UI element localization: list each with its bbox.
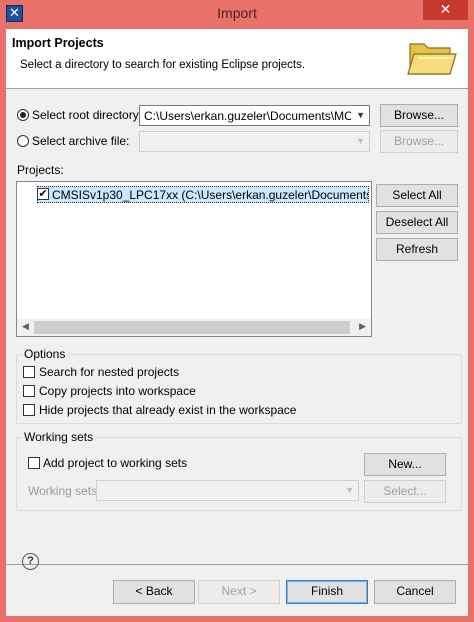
nested-projects-label: Search for nested projects [39,365,180,379]
project-checkbox[interactable]: ✔ [37,188,49,200]
projects-list[interactable]: ✔ CMSISv1p30_LPC17xx (C:\Users\erkan.guz… [16,181,372,337]
root-directory-combo[interactable]: C:\Users\erkan.guzeler\Documents\MCUXp ▼ [139,105,370,126]
projects-label: Projects: [17,163,64,177]
footer-separator [6,564,468,565]
horizontal-scrollbar[interactable]: ◀ ▶ [17,319,371,336]
finish-button[interactable]: Finish [286,580,368,604]
close-button[interactable]: ✕ [423,0,468,20]
add-to-working-sets-label: Add project to working sets [43,456,188,470]
scrollbar-thumb[interactable] [34,321,350,334]
folder-icon [407,43,457,75]
root-browse-button[interactable]: Browse... [380,104,458,127]
chevron-down-icon: ▼ [356,110,365,120]
nested-projects-checkbox[interactable] [23,366,35,378]
scroll-left-icon[interactable]: ◀ [22,321,29,332]
deselect-all-button[interactable]: Deselect All [376,211,458,234]
hide-existing-label: Hide projects that already exist in the … [39,403,297,417]
root-directory-radio[interactable] [17,109,29,121]
import-dialog: ✕ Import ✕ Import Projects Select a dire… [0,0,474,622]
root-directory-label: Select root directory: [32,108,143,122]
wizard-header: Import Projects Select a directory to se… [6,29,468,89]
hide-existing-checkbox[interactable] [23,404,35,416]
select-working-sets-button[interactable]: Select... [364,480,446,503]
copy-projects-checkbox[interactable] [23,385,35,397]
working-sets-combo[interactable]: ▼ [96,480,359,501]
root-directory-value: C:\Users\erkan.guzeler\Documents\MCUXp [144,109,351,123]
title-bar[interactable]: ✕ Import ✕ [0,0,474,29]
page-title: Import Projects [12,36,104,50]
back-button[interactable]: < Back [113,580,195,604]
archive-browse-button[interactable]: Browse... [380,130,458,153]
scroll-right-icon[interactable]: ▶ [359,321,366,332]
page-description: Select a directory to search for existin… [20,59,306,71]
working-sets-title: Working sets [22,430,96,444]
add-to-working-sets-checkbox[interactable] [28,457,40,469]
copy-projects-label: Copy projects into workspace [39,384,196,398]
new-working-set-button[interactable]: New... [364,453,446,476]
window-title: Import [217,5,257,21]
archive-file-label: Select archive file: [32,134,130,148]
working-sets-label: Working sets: [28,484,101,498]
next-button[interactable]: Next > [198,580,280,604]
select-all-button[interactable]: Select All [376,184,458,207]
refresh-button[interactable]: Refresh [376,238,458,261]
options-title: Options [22,347,68,361]
archive-file-radio[interactable] [17,135,29,147]
list-item[interactable]: ✔ CMSISv1p30_LPC17xx (C:\Users\erkan.guz… [37,186,369,203]
archive-file-combo[interactable]: ▼ [139,131,370,152]
chevron-down-icon: ▼ [345,485,354,495]
cancel-button[interactable]: Cancel [374,580,456,604]
chevron-down-icon: ▼ [356,136,365,146]
close-icon: ✕ [439,1,452,17]
dialog-body: Import Projects Select a directory to se… [6,29,468,616]
project-label: CMSISv1p30_LPC17xx (C:\Users\erkan.guzel… [52,188,368,202]
help-icon[interactable]: ? [22,553,39,570]
